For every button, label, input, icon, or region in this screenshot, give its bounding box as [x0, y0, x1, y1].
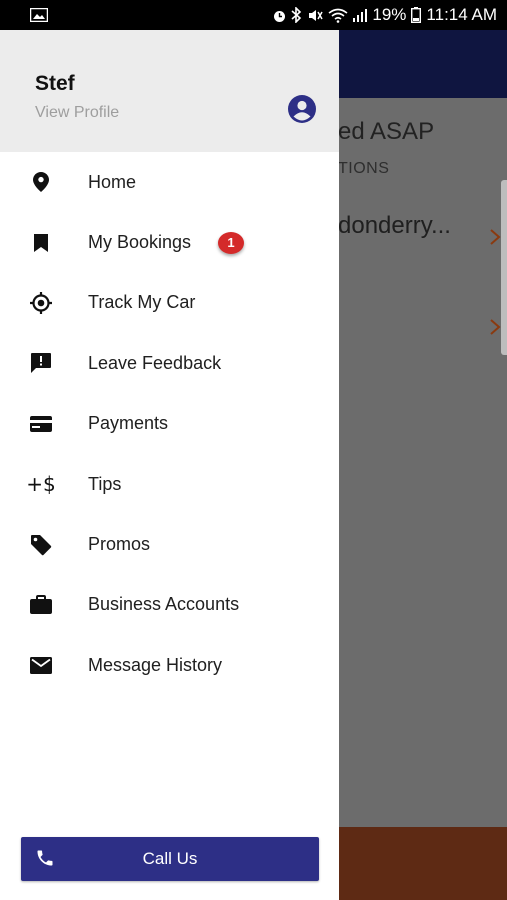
- call-us-button[interactable]: Call Us: [21, 837, 319, 881]
- navigation-drawer: Stef View Profile Home My Bookings 1 Tra…: [0, 30, 339, 900]
- gps-target-icon: [28, 290, 54, 316]
- status-bar: 19% 11:14 AM: [0, 0, 507, 30]
- location-pin-icon: [28, 169, 54, 195]
- credit-card-icon: [28, 411, 54, 437]
- user-name: Stef: [35, 72, 75, 95]
- bg-subtitle: TIONS: [338, 160, 390, 177]
- drawer-menu: Home My Bookings 1 Track My Car Leave Fe…: [0, 152, 339, 696]
- battery-icon: [411, 7, 422, 23]
- drawer-header[interactable]: Stef View Profile: [0, 30, 339, 152]
- view-profile-link[interactable]: View Profile: [35, 104, 119, 122]
- tips-dollar-icon: +$: [26, 472, 56, 497]
- signal-icon: [353, 8, 368, 22]
- alarm-icon: [273, 8, 286, 23]
- chevron-right-icon: [489, 316, 501, 342]
- menu-item-track-my-car[interactable]: Track My Car: [0, 273, 339, 333]
- menu-item-business-accounts[interactable]: Business Accounts: [0, 575, 339, 635]
- phone-icon: [35, 848, 57, 870]
- menu-label: Message History: [88, 654, 223, 675]
- bg-list-item: donderry...: [338, 212, 451, 239]
- battery-percent: 19%: [372, 5, 407, 24]
- menu-item-home[interactable]: Home: [0, 152, 339, 212]
- menu-label: Tips: [88, 473, 122, 494]
- mute-icon: [307, 8, 324, 23]
- menu-label: My Bookings: [88, 232, 192, 253]
- menu-item-message-history[interactable]: Message History: [0, 635, 339, 695]
- menu-item-leave-feedback[interactable]: Leave Feedback: [0, 333, 339, 393]
- menu-label: Leave Feedback: [88, 352, 222, 373]
- bg-title: ed ASAP: [338, 118, 435, 145]
- scrollbar: [501, 180, 507, 355]
- envelope-icon: [28, 652, 54, 678]
- menu-label: Home: [88, 171, 137, 192]
- menu-label: Promos: [88, 534, 151, 555]
- tag-icon: [28, 532, 54, 558]
- feedback-icon: [28, 350, 54, 376]
- wifi-icon: [328, 8, 348, 23]
- notification-badge: 1: [218, 231, 244, 254]
- menu-item-tips[interactable]: +$ Tips: [0, 454, 339, 514]
- account-circle-icon[interactable]: [287, 94, 317, 124]
- bookmark-icon: [28, 230, 54, 256]
- clock: 11:14 AM: [426, 5, 497, 24]
- menu-item-my-bookings[interactable]: My Bookings 1: [0, 212, 339, 272]
- briefcase-icon: [28, 592, 54, 618]
- menu-label: Payments: [88, 413, 169, 434]
- gallery-notification-icon: [30, 8, 48, 22]
- menu-label: Track My Car: [88, 292, 196, 313]
- call-us-label: Call Us: [142, 849, 198, 868]
- menu-item-promos[interactable]: Promos: [0, 514, 339, 574]
- menu-label: Business Accounts: [88, 594, 240, 615]
- menu-item-payments[interactable]: Payments: [0, 394, 339, 454]
- bluetooth-icon: [291, 7, 302, 23]
- chevron-right-icon: [489, 226, 501, 252]
